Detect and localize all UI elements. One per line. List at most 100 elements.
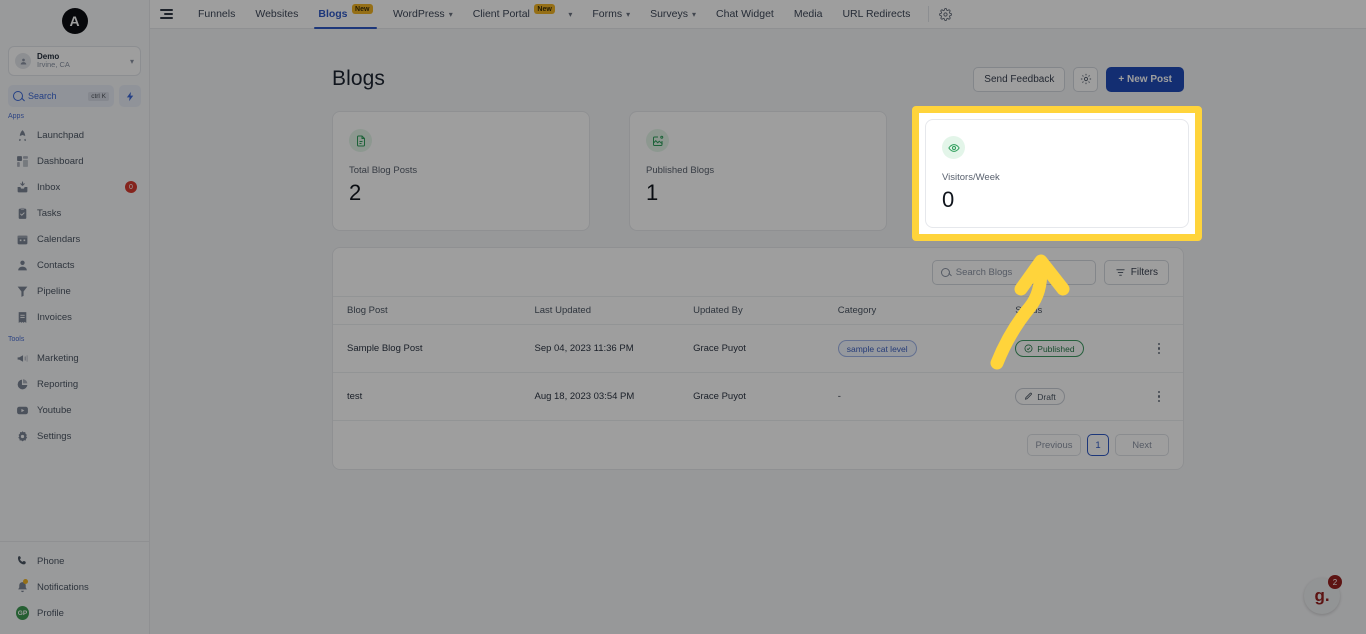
sidebar-section-tools: Tools (8, 336, 25, 343)
app-logo[interactable]: A (0, 0, 149, 42)
search-input[interactable]: Search ctrl K (8, 85, 114, 107)
quick-actions-button[interactable] (119, 85, 141, 107)
filters-button[interactable]: Filters (1103, 259, 1169, 285)
new-post-button[interactable]: + New Post (1106, 66, 1184, 92)
sidebar-item-contacts[interactable]: Contacts (6, 252, 143, 278)
stat-label: Visitors/Week (942, 172, 1000, 183)
send-feedback-button[interactable]: Send Feedback (973, 66, 1066, 92)
sidebar: A Demo Irvine, CA ▾ Search ctrl K Apps L… (0, 0, 150, 634)
search-blogs-input[interactable]: Search Blogs (931, 259, 1096, 285)
tab-url-redirects[interactable]: URL Redirects (832, 0, 920, 29)
eye-icon (942, 136, 965, 159)
gear-icon[interactable] (937, 6, 953, 22)
tab-media[interactable]: Media (784, 0, 833, 29)
cell-blog-post: Sample Blog Post (333, 324, 535, 373)
cell-status: Published (1015, 324, 1136, 373)
page-settings-button[interactable] (1073, 66, 1099, 92)
sidebar-item-inbox[interactable]: Inbox 0 (6, 174, 143, 200)
sidebar-item-profile[interactable]: GP Profile (6, 600, 143, 626)
cell-status: Draft (1015, 372, 1136, 421)
youtube-icon (16, 404, 29, 417)
nav-tabs: Funnels Websites Blogs New WordPress ▾ C… (188, 0, 920, 29)
tab-label: URL Redirects (842, 8, 911, 20)
cell-actions[interactable] (1135, 324, 1183, 373)
tab-blogs[interactable]: Blogs New (308, 0, 383, 29)
rocket-icon (16, 129, 29, 142)
sidebar-item-label: Phone (37, 555, 65, 567)
grid-icon (16, 155, 29, 168)
status-badge: Published (1015, 340, 1084, 357)
stat-value: 1 (646, 180, 659, 205)
tab-label: Surveys (650, 8, 689, 20)
tab-label: Websites (255, 8, 299, 20)
document-icon (349, 129, 372, 152)
tab-websites[interactable]: Websites (245, 0, 308, 29)
column-updated-by: Updated By (693, 296, 838, 325)
status-label: Draft (1037, 391, 1056, 402)
column-last-updated: Last Updated (534, 296, 694, 325)
pagination: Previous 1 Next (333, 421, 1183, 469)
sidebar-tools-list: Marketing Reporting Youtube Settings (0, 345, 149, 449)
sidebar-item-reporting[interactable]: Reporting (6, 371, 143, 397)
sidebar-item-settings[interactable]: Settings (6, 423, 143, 449)
location-switcher[interactable]: Demo Irvine, CA ▾ (8, 46, 141, 76)
location-avatar-icon (15, 53, 31, 69)
previous-page-button[interactable]: Previous (1027, 434, 1081, 456)
cell-last-updated: Sep 04, 2023 11:36 PM (534, 324, 694, 373)
tab-forms[interactable]: Forms ▾ (582, 0, 640, 29)
table-row[interactable]: test Aug 18, 2023 03:54 PM Grace Puyot -… (333, 372, 1183, 421)
sidebar-item-notifications[interactable]: Notifications (6, 574, 143, 600)
sidebar-item-youtube[interactable]: Youtube (6, 397, 143, 423)
tab-label: Client Portal (472, 8, 530, 20)
sidebar-item-label: Settings (37, 430, 72, 442)
tab-label: Funnels (198, 8, 236, 20)
table-row[interactable]: Sample Blog Post Sep 04, 2023 11:36 PM G… (333, 324, 1183, 373)
column-status: Status (1015, 296, 1136, 325)
column-actions (1135, 296, 1183, 325)
category-chip: sample cat level (837, 340, 917, 357)
sidebar-item-invoices[interactable]: Invoices (6, 304, 143, 330)
stat-label: Total Blog Posts (349, 165, 418, 176)
hamburger-icon[interactable] (160, 8, 174, 20)
sidebar-item-label: Inbox (37, 181, 61, 193)
kebab-menu-icon[interactable] (1135, 390, 1183, 403)
sidebar-bottom: Phone Notifications GP Profile (0, 541, 149, 634)
sidebar-item-label: Dashboard (37, 155, 84, 167)
cell-updated-by: Grace Puyot (693, 324, 838, 373)
stat-card-visitors-week: Visitors/Week 0 (925, 119, 1189, 228)
sidebar-item-label: Notifications (37, 581, 89, 593)
next-page-button[interactable]: Next (1115, 434, 1169, 456)
tab-client-portal[interactable]: Client Portal New ▾ (463, 0, 583, 29)
table-header-row: Blog Post Last Updated Updated By Catego… (333, 296, 1183, 325)
inbox-unread-badge: 0 (125, 181, 137, 193)
sidebar-item-launchpad[interactable]: Launchpad (6, 122, 143, 148)
page-number-1[interactable]: 1 (1087, 434, 1109, 456)
status-label: Published (1037, 343, 1075, 354)
tab-surveys[interactable]: Surveys ▾ (640, 0, 706, 29)
sidebar-item-marketing[interactable]: Marketing (6, 345, 143, 371)
sidebar-item-calendars[interactable]: Calendars (6, 226, 143, 252)
sidebar-item-phone[interactable]: Phone (6, 548, 143, 574)
new-badge: New (533, 4, 556, 14)
tab-label: Forms (592, 8, 623, 20)
blogs-table: Blog Post Last Updated Updated By Catego… (333, 296, 1183, 421)
kebab-menu-icon[interactable] (1135, 342, 1183, 355)
notification-dot (23, 579, 28, 584)
search-blogs-placeholder: Search Blogs (955, 266, 1013, 278)
tab-wordpress[interactable]: WordPress ▾ (383, 0, 463, 29)
cell-blog-post: test (333, 372, 535, 421)
sidebar-item-pipeline[interactable]: Pipeline (6, 278, 143, 304)
tab-funnels[interactable]: Funnels (188, 0, 245, 29)
sidebar-item-dashboard[interactable]: Dashboard (6, 148, 143, 174)
cell-actions[interactable] (1135, 372, 1183, 421)
tab-chat-widget[interactable]: Chat Widget (706, 0, 784, 29)
search-label: Search (28, 91, 57, 101)
help-widget[interactable]: g. 2 (1304, 575, 1342, 614)
location-text: Demo Irvine, CA (37, 52, 124, 69)
sidebar-item-label: Youtube (37, 404, 72, 416)
sidebar-item-label: Tasks (37, 207, 62, 219)
sidebar-item-tasks[interactable]: Tasks (6, 200, 143, 226)
chevron-down-icon: ▾ (568, 9, 573, 19)
stat-card-total-blog-posts: Total Blog Posts 2 (332, 111, 590, 231)
